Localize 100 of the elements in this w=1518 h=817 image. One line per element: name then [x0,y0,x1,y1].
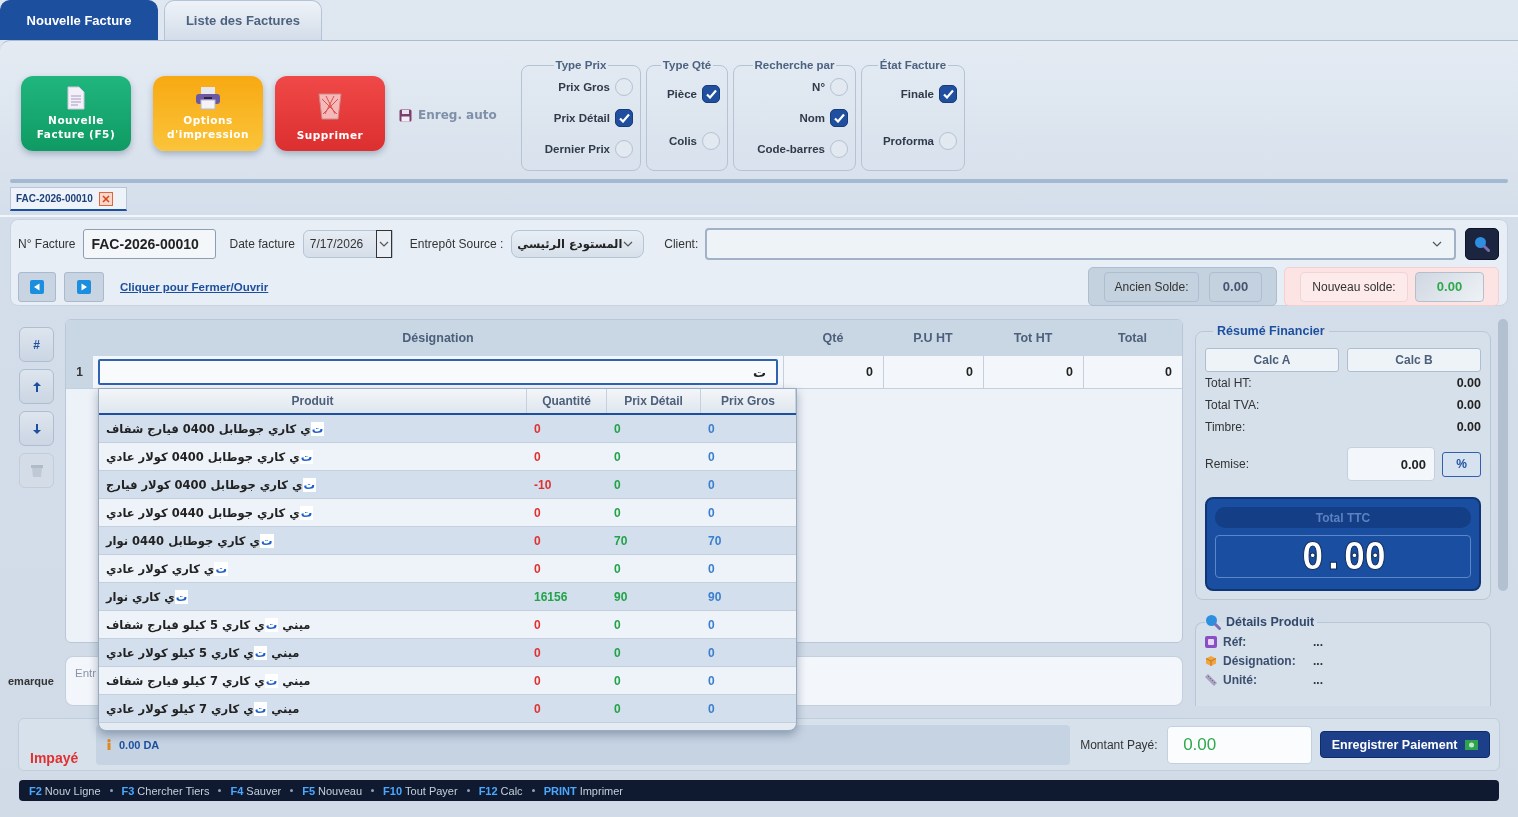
warehouse-select[interactable]: المستودع الرئيسي [511,230,645,258]
document-tab[interactable]: FAC-2026-00010 [10,187,127,211]
next-button[interactable] [64,271,104,302]
move-up-button[interactable] [19,369,54,404]
delete-button[interactable]: Supprimer [275,76,385,151]
percent-button[interactable]: % [1442,451,1481,477]
detail-label: Réf: [1223,634,1248,649]
chevron-down-icon [1432,241,1442,247]
option-label: Pièce [666,88,697,101]
summary-label: Timbre: [1205,420,1246,434]
column-header: Prix Gros [701,389,796,413]
retail-price: 0 [614,561,621,576]
shortcut-key: F5 [302,784,316,797]
radio-button[interactable] [830,77,848,96]
stock-quantity: 0 [534,505,541,520]
chevron-down-icon [623,241,634,247]
option-label: Finale [900,88,934,101]
product-name: تي كاري جوطابل 0400 كولار عادي [106,449,314,464]
radio-button[interactable] [702,85,720,104]
group-title: Type Prix [554,59,608,71]
balance-value: 0.00 [1415,271,1484,302]
summary-label: Remise: [1205,457,1250,471]
calc-button[interactable]: Calc B [1347,348,1481,372]
square-icon [1205,635,1217,648]
radio-button[interactable] [615,139,633,158]
save-payment-button[interactable]: Enregistrer Paiement [1320,731,1490,758]
document-icon [66,86,86,110]
shortcut-key: F3 [121,784,135,797]
column-header: Quantité [527,389,607,413]
retail-price: 0 [614,645,621,660]
dropdown-button[interactable] [375,230,392,258]
retail-price: 0 [614,505,621,520]
column-header: Tot HT [1012,330,1054,347]
radio-button[interactable] [702,131,720,150]
retail-price: 0 [614,449,621,464]
radio-button[interactable] [615,108,633,127]
wholesale-price: 0 [708,617,715,632]
radio-button[interactable] [830,108,848,127]
radio-button[interactable] [939,85,957,104]
column-header: Produit [99,389,527,413]
shortcut-key: F12 [478,784,498,797]
move-down-button[interactable] [19,411,54,446]
option-label: Colis [668,134,697,147]
stock-quantity: 0 [534,701,541,716]
row-number: 1 [66,356,93,388]
wholesale-price: 90 [708,589,722,604]
banknote-icon [1465,739,1479,750]
wholesale-price: 70 [708,533,722,548]
retail-price: 90 [614,589,628,604]
stock-quantity: 0 [534,421,541,436]
table-cell: 0 [983,356,1083,388]
detail-value: ... [1313,653,1323,668]
designation-input[interactable]: ت [98,359,778,385]
search-icon [1474,236,1490,252]
wholesale-price: 0 [708,505,715,520]
detail-value: ... [1313,672,1323,687]
remarks-field[interactable] [797,656,1183,706]
stock-quantity: 16156 [534,589,568,604]
previous-button[interactable] [18,271,56,302]
discount-field[interactable]: 0.00 [1347,447,1435,481]
search-button[interactable] [1465,228,1499,260]
invoice-number-field[interactable]: FAC-2026-00010 [83,229,217,259]
remarks-field[interactable]: Entr [65,656,98,706]
remarks-label: emarque [7,675,55,687]
retail-price: 70 [614,533,628,548]
column-header: P.U HT [912,330,954,347]
scrollbar-thumb[interactable] [1498,319,1508,591]
autosave-label: Enreg. auto [418,108,497,122]
shortcut-label: Tout Payer [405,784,458,797]
field-label: Client: [664,237,699,251]
radio-button[interactable] [830,139,848,158]
radio-button[interactable] [615,77,633,96]
tab[interactable]: Liste des Factures [164,0,322,40]
panel-title: Détails Produit [1226,615,1315,629]
table-cell: 0 [883,356,983,388]
number-column-button[interactable]: # [19,327,54,362]
summary-value: 0.00 [1456,376,1481,390]
shortcut-key: F10 [383,784,403,797]
client-combobox[interactable] [705,228,1456,260]
date-field[interactable]: 7/17/2026 [302,230,393,258]
wholesale-price: 0 [708,477,715,492]
stock-quantity: 0 [534,533,541,548]
wastebasket-icon [317,91,343,120]
wholesale-price: 0 [708,449,715,464]
check-icon [705,89,717,100]
option-label: Proforma [882,134,934,147]
close-icon[interactable] [98,191,113,206]
radio-button[interactable] [939,131,957,150]
stock-quantity: 0 [534,617,541,632]
tab[interactable]: Nouvelle Facture [0,0,158,40]
amount-due: 0.00 DA [118,738,160,751]
table-cell: 0 [1083,356,1182,388]
product-name: تي كاري كولار عادي [106,561,228,576]
balance-label: Nouveau solde: [1300,271,1408,302]
toggle-link[interactable]: Cliquer pour Fermer/Ouvrir [120,280,269,293]
calc-button[interactable]: Calc A [1205,348,1339,372]
column-header: Total [1117,330,1148,347]
product-name: ميني تي كاري 5 كيلو فيارج شفاف [106,617,311,632]
arrow-down-icon [32,423,41,434]
field-label: Date facture [229,237,295,251]
